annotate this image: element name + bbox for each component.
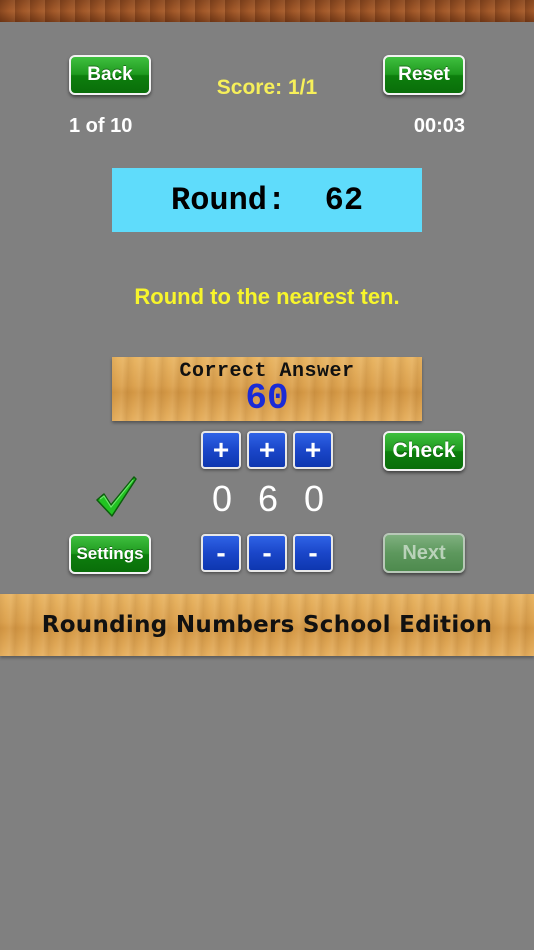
hundreds-digit: 0 [211,478,233,519]
tens-digit: 6 [257,478,279,519]
hundreds-plus-button[interactable]: + [201,431,241,469]
tens-plus-button[interactable]: + [247,431,287,469]
next-button[interactable]: Next [383,533,465,573]
hundreds-minus-button[interactable]: - [201,534,241,572]
instruction-text: Round to the nearest ten. [134,284,400,309]
question-progress: 1 of 10 [69,115,133,137]
check-button[interactable]: Check [383,431,465,471]
round-question-box: Round: 62 [112,168,422,232]
ones-minus-button[interactable]: - [293,534,333,572]
checkmark-icon [96,476,137,517]
app-title-banner: Rounding Numbers School Edition [0,594,534,656]
ones-plus-button[interactable]: + [293,431,333,469]
settings-button[interactable]: Settings [69,534,151,574]
ones-digit: 0 [303,478,325,519]
reset-button[interactable]: Reset [383,55,465,95]
tens-minus-button[interactable]: - [247,534,287,572]
correct-answer-value: 60 [245,378,289,419]
top-wood-bar [0,0,534,22]
timer: 00:03 [413,115,465,137]
correct-answer-panel: Correct Answer 60 [112,357,422,421]
app-title: Rounding Numbers School Edition [41,612,493,638]
